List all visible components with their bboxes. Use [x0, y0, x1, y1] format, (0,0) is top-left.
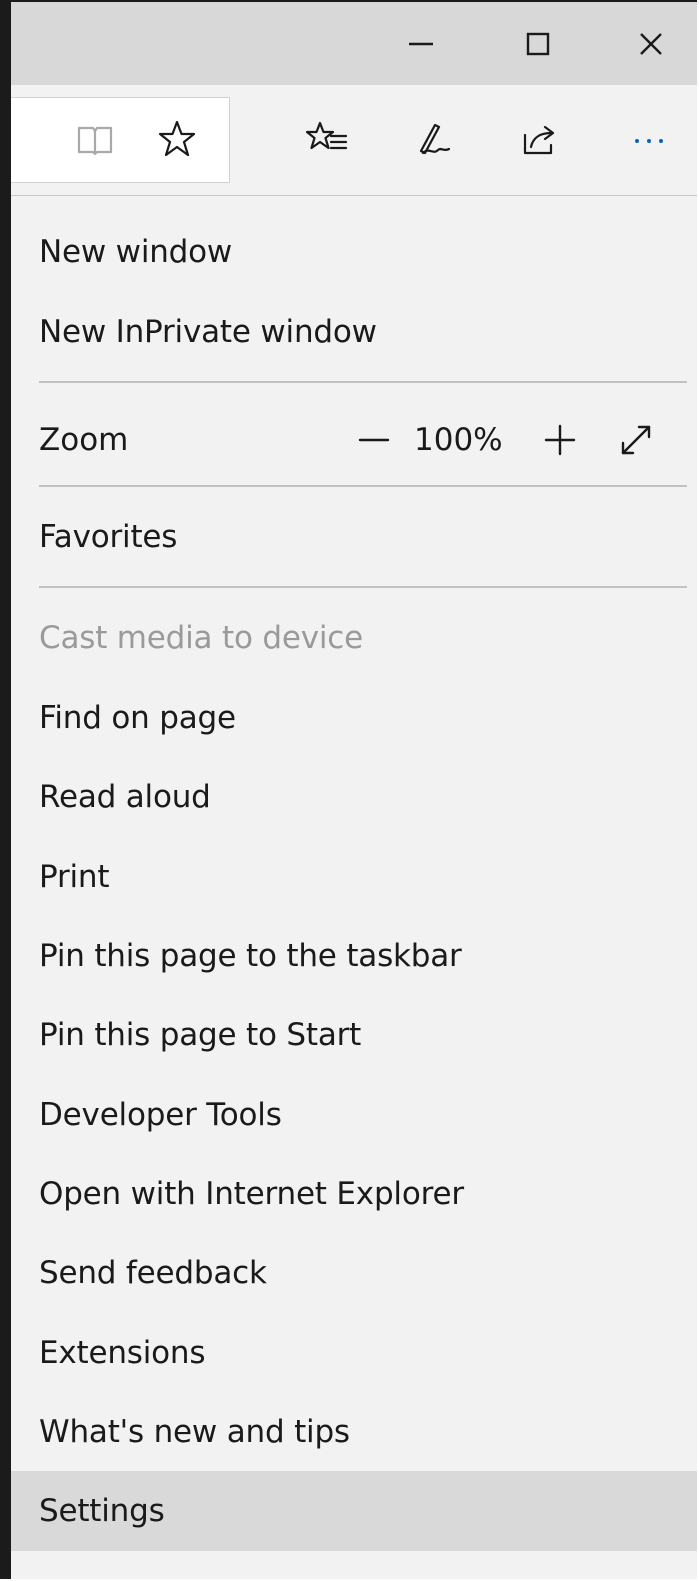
menu-item-label: Pin this page to Start: [39, 1017, 362, 1053]
menu-item-label: Send feedback: [39, 1255, 267, 1291]
menu-item-whats-new[interactable]: What's new and tips: [11, 1392, 697, 1472]
zoom-label: Zoom: [39, 422, 129, 458]
menu-item-label: Cast media to device: [39, 620, 364, 656]
menu-item-read-aloud[interactable]: Read aloud: [11, 757, 697, 837]
minimize-icon: [409, 42, 433, 45]
menu-item-pin-start[interactable]: Pin this page to Start: [11, 995, 697, 1075]
minimize-button[interactable]: [366, 2, 476, 85]
menu-item-cast-media: Cast media to device: [11, 598, 697, 678]
menu-item-new-inprivate-window[interactable]: New InPrivate window: [11, 292, 697, 372]
settings-menu: New window New InPrivate window Zoom 100…: [11, 196, 697, 1579]
zoom-in-button[interactable]: [535, 400, 585, 480]
full-screen-button[interactable]: [609, 400, 663, 480]
zoom-out-button[interactable]: [349, 400, 399, 480]
share-icon[interactable]: [513, 111, 569, 167]
menu-item-label: New InPrivate window: [39, 314, 377, 350]
favorite-star-icon[interactable]: [149, 111, 205, 167]
menu-item-label: New window: [39, 234, 233, 270]
menu-item-send-feedback[interactable]: Send feedback: [11, 1233, 697, 1313]
menu-item-label: Favorites: [39, 519, 178, 555]
menu-item-label: Print: [39, 859, 110, 895]
menu-item-label: Pin this page to the taskbar: [39, 938, 462, 974]
menu-item-open-with-ie[interactable]: Open with Internet Explorer: [11, 1154, 697, 1234]
full-screen-icon: [621, 425, 651, 455]
maximize-icon: [526, 32, 550, 55]
zoom-row: Zoom 100%: [11, 400, 697, 480]
menu-item-label: Read aloud: [39, 779, 211, 815]
minus-icon: [358, 438, 390, 442]
menu-item-label: Open with Internet Explorer: [39, 1176, 464, 1212]
menu-item-label: Settings: [39, 1493, 165, 1529]
menu-item-label: Find on page: [39, 700, 236, 736]
menu-item-developer-tools[interactable]: Developer Tools: [11, 1075, 697, 1155]
browser-toolbar: [11, 85, 697, 265]
close-icon: [640, 32, 662, 55]
close-button[interactable]: [596, 2, 697, 85]
menu-item-label: Extensions: [39, 1335, 206, 1371]
menu-item-print[interactable]: Print: [11, 837, 697, 917]
menu-divider: [39, 381, 687, 383]
menu-item-new-window[interactable]: New window: [11, 212, 697, 292]
menu-item-find-on-page[interactable]: Find on page: [11, 678, 697, 758]
menu-item-label: Developer Tools: [39, 1097, 282, 1133]
maximize-button[interactable]: [483, 2, 593, 85]
notes-icon[interactable]: [405, 111, 461, 167]
title-bar: [11, 2, 697, 85]
menu-divider: [39, 586, 687, 588]
menu-item-favorites[interactable]: Favorites: [11, 497, 697, 577]
menu-item-label: What's new and tips: [39, 1414, 350, 1450]
plus-icon: [544, 424, 576, 456]
menu-item-pin-taskbar[interactable]: Pin this page to the taskbar: [11, 916, 697, 996]
menu-item-extensions[interactable]: Extensions: [11, 1313, 697, 1393]
zoom-level-value: 100%: [414, 422, 503, 458]
hub-icon[interactable]: [299, 111, 355, 167]
browser-window: New window New InPrivate window Zoom 100…: [0, 0, 697, 1579]
more-actions-button[interactable]: [599, 101, 697, 181]
reading-view-icon[interactable]: [67, 112, 123, 168]
menu-divider: [39, 485, 687, 487]
menu-item-settings[interactable]: Settings: [11, 1471, 697, 1551]
more-icon: [635, 139, 663, 143]
